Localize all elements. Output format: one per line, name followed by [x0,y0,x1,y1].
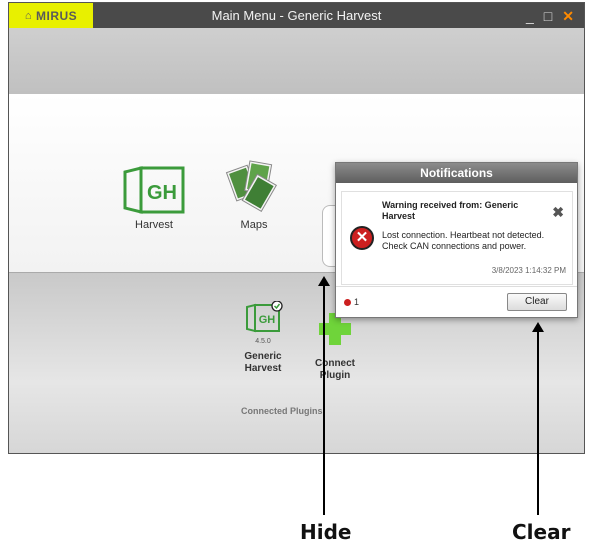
error-icon: ✕ [350,226,374,250]
hide-arrow-line [323,285,325,515]
svg-text:GH: GH [147,182,177,204]
top-band [9,28,584,94]
app-label-harvest: Harvest [135,219,173,231]
notification-body: Lost connection. Heartbeat not detected.… [382,230,545,251]
notification-item: ✕ Warning received from: Generic Harvest… [341,191,573,285]
maps-icon [224,160,284,217]
close-button[interactable]: ✕ [562,9,574,23]
clear-arrow-line [537,331,539,515]
plugin-name-line2: Plugin [319,370,351,381]
app-tile-harvest[interactable]: GH Harvest [119,166,189,231]
plugin-name-line1: Generic [244,351,282,362]
clear-callout-label: Clear [512,520,571,544]
notifications-panel: Notifications ✕ Warning received from: G… [335,162,578,318]
plugin-generic-harvest[interactable]: GH 4.5.0 Generic Harvest [233,300,293,375]
dismiss-notification-button[interactable]: ✖ [552,204,564,221]
plugin-name-line2: Harvest [244,363,282,374]
maximize-button[interactable]: □ [544,9,552,23]
clear-button[interactable]: Clear [507,293,567,311]
notification-timestamp: 3/8/2023 1:14:32 PM [491,266,566,275]
error-count-icon [344,299,351,306]
plugin-version: 4.5.0 [255,338,271,345]
window-controls: _ □ ✕ [526,3,574,28]
notification-title: Warning received from: Generic Harvest [382,200,519,221]
hide-callout-label: Hide [300,520,352,544]
notifications-header: Notifications [336,163,577,183]
window-title: Main Menu - Generic Harvest [211,8,382,23]
app-label-maps: Maps [240,219,268,231]
plugin-connect[interactable]: Connect Plugin [305,311,365,382]
svg-text:GH: GH [259,314,276,326]
gh-plugin-icon: GH [243,300,283,336]
title-bar: ⌂ MIRUS Main Menu - Generic Harvest _ □ … [9,3,584,28]
error-count: 1 [354,297,360,307]
app-tile-maps[interactable]: Maps [224,154,284,231]
minimize-button[interactable]: _ [526,9,534,23]
connected-plugins-label: Connected Plugins [241,406,323,416]
notifications-footer: 1 Clear [336,286,577,317]
plugin-name-line1: Connect [315,358,355,369]
gh-harvest-icon: GH [119,166,189,217]
